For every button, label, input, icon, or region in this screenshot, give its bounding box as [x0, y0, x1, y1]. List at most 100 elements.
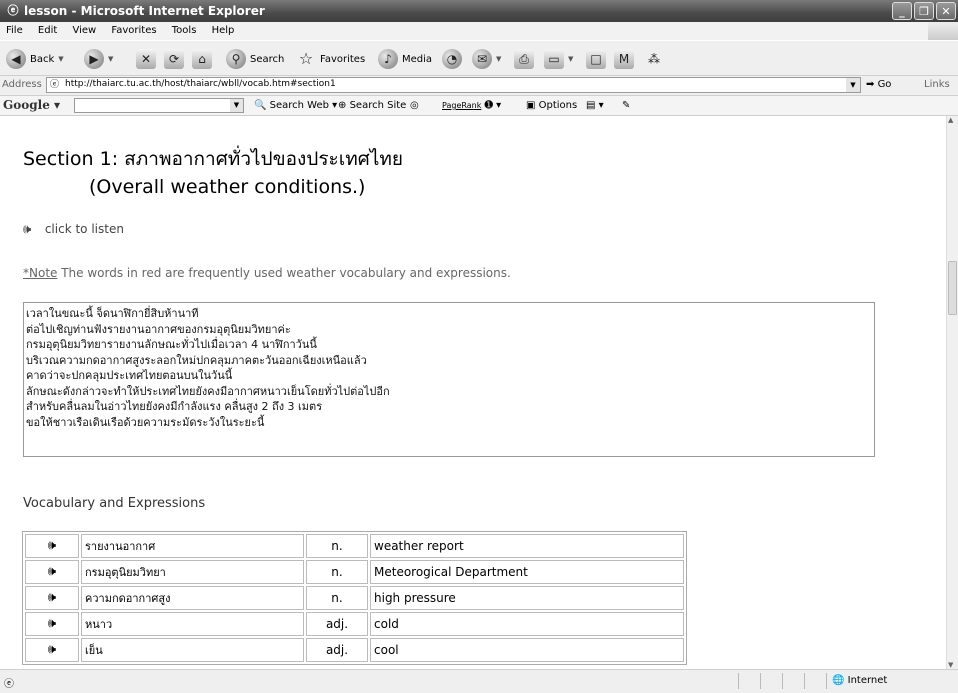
page-status-icon: ⓔ [4, 679, 14, 690]
menu-file[interactable]: File [6, 25, 23, 36]
address-input[interactable]: ⓔ http://thaiarc.tu.ac.th/host/thaiarc/w… [46, 77, 861, 93]
section-title: Section 1: สภาพอากาศทั่วไปของประเทศไทย [23, 148, 404, 170]
address-url: http://thaiarc.tu.ac.th/host/thaiarc/wbl… [65, 79, 336, 89]
media-icon: ♪ [378, 49, 398, 69]
scroll-down-icon[interactable]: ▼ [948, 661, 953, 669]
title-bar: ⓔ lesson - Microsoft Internet Explorer _… [0, 0, 958, 22]
vocab-thai: รายงานอากาศ [81, 534, 304, 558]
discuss-icon[interactable]: □ [586, 49, 606, 69]
table-row: 🕪 กรมอุตุนิยมวิทยา n. Meteorogical Depar… [25, 560, 684, 584]
page-icon: ⓔ [50, 80, 60, 90]
scroll-thumb[interactable] [948, 261, 957, 315]
zone-label: Internet [847, 675, 888, 686]
transcript-line: คาดว่าจะปกคลุมประเทศไทยตอนบนในวันนี้ [26, 369, 233, 382]
menu-view[interactable]: View [72, 25, 96, 36]
history-icon[interactable]: ◔ [442, 49, 462, 69]
transcript-line: สำหรับคลื่นลมในอ่าวไทยยังคงมีกำลังแรง คล… [26, 400, 323, 413]
status-divider [782, 673, 783, 689]
links-button[interactable]: Links [924, 79, 950, 90]
speaker-icon[interactable]: 🕪 [43, 590, 61, 606]
vocab-thai: หนาว [81, 612, 304, 636]
search-web-button[interactable]: 🔍 Search Web ▾ [254, 100, 337, 111]
transcript-line: ต่อไปเชิญท่านฟังรายงานอากาศของกรมอุตุนิย… [26, 322, 291, 336]
messenger-icon[interactable]: M [614, 49, 634, 69]
forward-button[interactable]: ▶ ▼ [84, 47, 113, 71]
menu-tools[interactable]: Tools [172, 25, 197, 36]
vocab-english: cold [370, 612, 684, 636]
address-dropdown-icon[interactable]: ▼ [846, 78, 860, 92]
refresh-icon[interactable]: ⟳ [164, 49, 184, 69]
status-bar: ⓔ 🌐 Internet [0, 669, 958, 693]
pagerank-button[interactable]: PageRank ➊ ▾ [442, 100, 501, 111]
edit-dropdown-icon[interactable]: ▼ [568, 55, 573, 63]
vocab-pos: adj. [306, 612, 368, 636]
back-arrow-icon: ◀ [6, 49, 26, 69]
menu-help[interactable]: Help [212, 25, 235, 36]
popup-blocker-icon[interactable]: ▤ ▾ [586, 100, 604, 111]
transcript-line: ขอให้ชาวเรือเดินเรือด้วยความระมัดระวังใน… [26, 415, 265, 429]
print-icon[interactable]: ⎙ [514, 49, 534, 69]
speaker-icon[interactable]: 🕪 [23, 222, 41, 238]
mail-dropdown-icon[interactable]: ▼ [496, 55, 501, 63]
minimize-button[interactable]: _ [892, 2, 912, 20]
vocab-english: cool [370, 638, 684, 662]
highlight-icon[interactable]: ✎ [622, 100, 630, 111]
vocab-pos: n. [306, 560, 368, 584]
home-icon[interactable]: ⌂ [192, 49, 212, 69]
search-site-button[interactable]: ⊕ Search Site [338, 100, 406, 111]
menu-favorites[interactable]: Favorites [111, 25, 156, 36]
status-divider [738, 673, 739, 689]
search-button[interactable]: ⚲ Search [226, 47, 284, 71]
forward-dropdown-icon[interactable]: ▼ [108, 55, 113, 63]
table-row: 🕪 ความกดอากาศสูง n. high pressure [25, 586, 684, 610]
table-row: 🕪 รายงานอากาศ n. weather report [25, 534, 684, 558]
windows-flag-icon [928, 22, 958, 40]
maximize-button[interactable]: ❐ [914, 2, 934, 20]
menu-bar: File Edit View Favorites Tools Help [0, 22, 958, 40]
vocab-english: high pressure [370, 586, 684, 610]
speaker-icon[interactable]: 🕪 [43, 538, 61, 554]
listen-link[interactable]: 🕪 click to listen [23, 222, 124, 238]
speaker-icon[interactable]: 🕪 [43, 564, 61, 580]
table-row: 🕪 หนาว adj. cold [25, 612, 684, 636]
google-logo[interactable]: Google ▾ [3, 98, 60, 112]
note-text: The words in red are frequently used wea… [57, 266, 511, 280]
transcript-line: เวลาในขณะนี้ จ็ดนาฬิกายี่สิบห้านาที [26, 307, 199, 320]
stop-icon[interactable]: ✕ [136, 49, 156, 69]
forward-arrow-icon: ▶ [84, 49, 104, 69]
google-logo-text: Google [3, 98, 50, 112]
favorites-label: Favorites [320, 53, 366, 65]
news-icon[interactable]: ◎ [410, 100, 419, 111]
search-label: Search [250, 53, 285, 65]
media-label: Media [402, 53, 433, 65]
scroll-up-icon[interactable]: ▲ [948, 116, 953, 124]
options-label: Options [538, 100, 578, 111]
back-label: Back [30, 53, 55, 65]
speaker-icon[interactable]: 🕪 [43, 642, 61, 658]
go-button[interactable]: ➡ Go [866, 79, 891, 90]
vocab-heading: Vocabulary and Expressions [23, 496, 206, 511]
vertical-scrollbar[interactable]: ▲ ▼ [946, 116, 958, 669]
media-button[interactable]: ♪ Media [378, 47, 432, 71]
favorites-button[interactable]: ☆ Favorites [296, 47, 365, 71]
back-dropdown-icon[interactable]: ▼ [58, 55, 63, 63]
status-divider [760, 673, 761, 689]
favorites-star-icon: ☆ [298, 49, 314, 68]
research-icon[interactable]: ⁂ [644, 49, 664, 69]
google-search-input[interactable]: ▼ [74, 98, 244, 113]
address-label: Address [2, 79, 42, 90]
vocab-table: 🕪 รายงานอากาศ n. weather report 🕪 กรมอุต… [22, 531, 687, 665]
security-zone: 🌐 Internet [832, 675, 887, 686]
menu-edit[interactable]: Edit [38, 25, 57, 36]
note-label: *Note [23, 266, 58, 280]
close-button[interactable]: ✕ [936, 2, 956, 20]
mail-icon[interactable]: ✉ [472, 49, 492, 69]
options-button[interactable]: ▣ Options [526, 100, 577, 111]
status-divider [826, 673, 827, 689]
edit-icon[interactable]: ▭ [544, 49, 564, 69]
search-icon: ⚲ [226, 49, 246, 69]
vocab-english: Meteorogical Department [370, 560, 684, 584]
back-button[interactable]: ◀ Back ▼ [6, 47, 64, 71]
speaker-icon[interactable]: 🕪 [43, 616, 61, 632]
google-search-dropdown-icon[interactable]: ▼ [230, 99, 243, 112]
